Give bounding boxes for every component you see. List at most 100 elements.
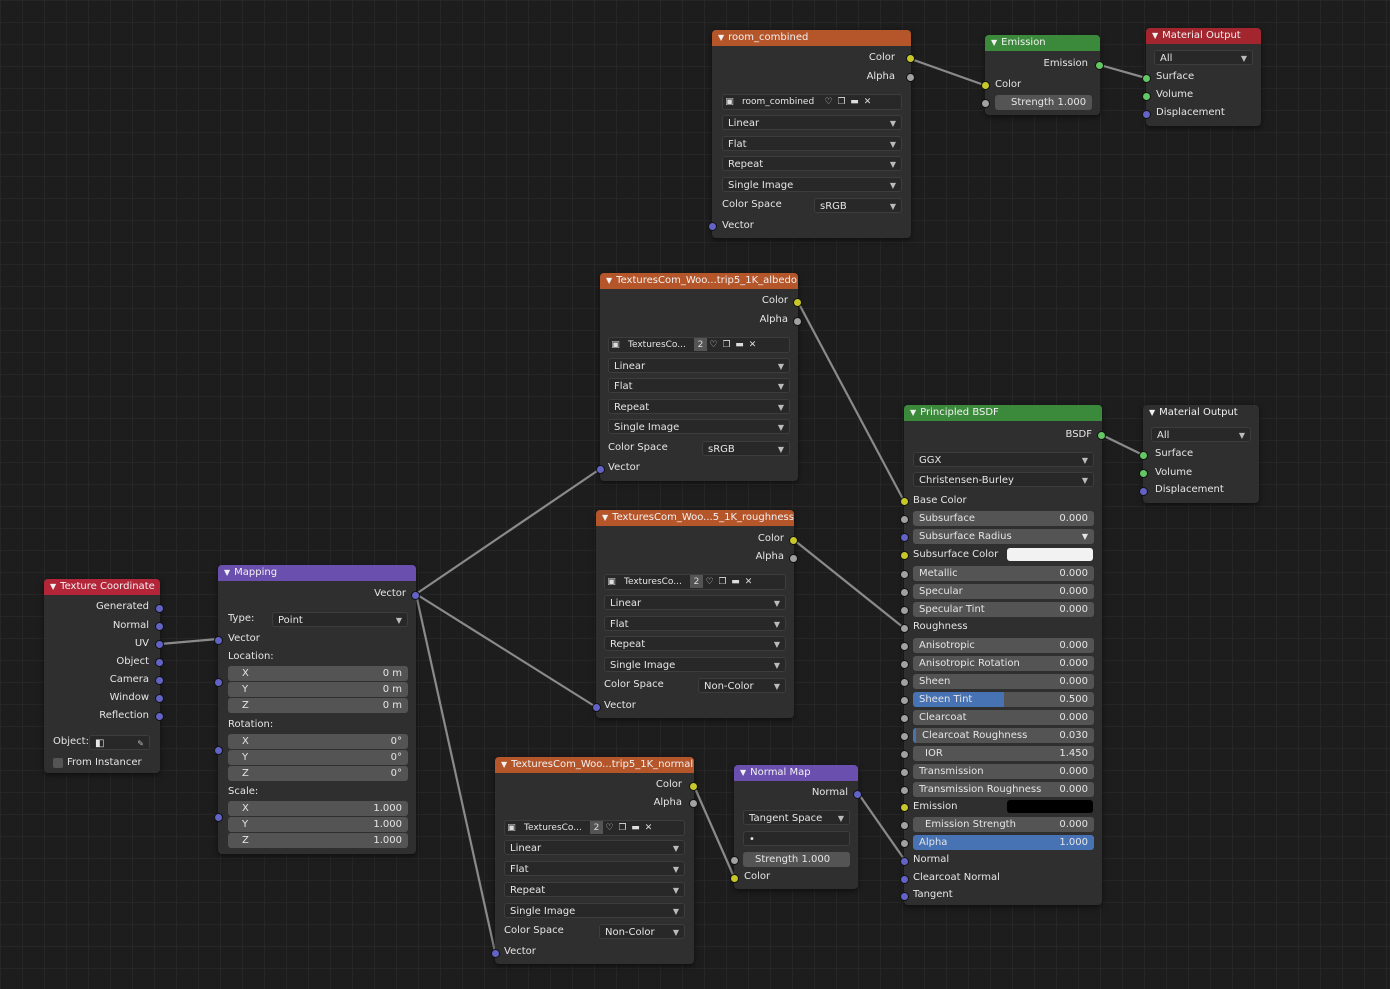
node-header[interactable]: ▼ Principled BSDF — [904, 405, 1102, 421]
collapse-arrow-icon[interactable]: ▼ — [1149, 408, 1155, 417]
extension-dropdown[interactable]: Repeat ▼ — [604, 636, 786, 651]
node-header[interactable]: ▼ Mapping — [218, 565, 416, 581]
input-color-socket[interactable] — [730, 874, 739, 883]
color-space-dropdown[interactable]: Non-Color ▼ — [698, 678, 786, 693]
duplicate-icon[interactable]: ❐ — [616, 821, 629, 834]
collapse-arrow-icon[interactable]: ▼ — [602, 513, 608, 522]
image-selector[interactable]: ▣ TexturesCo... 2 ♡ ❐ ▬ ✕ — [608, 337, 790, 353]
input-alpha-socket[interactable] — [900, 839, 909, 848]
source-dropdown[interactable]: Single Image ▼ — [608, 419, 790, 434]
distribution-dropdown[interactable]: GGX ▼ — [913, 452, 1094, 467]
specular-tint-field[interactable]: Specular Tint 0.000 — [913, 602, 1094, 617]
input-subsurface-socket[interactable] — [900, 515, 909, 524]
subsurface-method-dropdown[interactable]: Christensen-Burley ▼ — [913, 472, 1094, 487]
input-surface-socket[interactable] — [1139, 451, 1148, 460]
scale-z-field[interactable]: Z 1.000 — [228, 833, 408, 848]
image-browse-icon[interactable]: ▣ — [505, 821, 518, 834]
clearcoat-field[interactable]: Clearcoat 0.000 — [913, 710, 1094, 725]
output-normal-socket[interactable] — [155, 622, 164, 631]
open-folder-icon[interactable]: ▬ — [729, 575, 742, 588]
input-color-socket[interactable] — [981, 81, 990, 90]
input-base-color-socket[interactable] — [900, 497, 909, 506]
scale-y-field[interactable]: Y 1.000 — [228, 817, 408, 832]
image-browse-icon[interactable]: ▣ — [609, 338, 622, 351]
interpolation-dropdown[interactable]: Linear ▼ — [604, 595, 786, 610]
input-clearcoat-roughness-socket[interactable] — [900, 732, 909, 741]
image-name[interactable]: TexturesCo... — [622, 338, 694, 352]
collapse-arrow-icon[interactable]: ▼ — [224, 568, 230, 577]
input-transmission-socket[interactable] — [900, 768, 909, 777]
image-selector[interactable]: ▣ TexturesCo... 2 ♡ ❐ ▬ ✕ — [604, 574, 786, 590]
clearcoat-roughness-field[interactable]: Clearcoat Roughness 0.030 — [913, 728, 1094, 743]
node-mapping[interactable]: ▼ Mapping Vector Type: Point ▼ Vector Loca… — [214, 565, 420, 854]
collapse-arrow-icon[interactable]: ▼ — [910, 408, 916, 417]
interpolation-dropdown[interactable]: Linear ▼ — [608, 358, 790, 373]
sheen-field[interactable]: Sheen 0.000 — [913, 674, 1094, 689]
image-name[interactable]: room_combined — [736, 95, 822, 109]
users-count[interactable]: 2 — [690, 575, 703, 588]
input-ior-socket[interactable] — [900, 750, 909, 759]
metallic-field[interactable]: Metallic 0.000 — [913, 566, 1094, 581]
projection-dropdown[interactable]: Flat ▼ — [604, 616, 786, 631]
collapse-arrow-icon[interactable]: ▼ — [991, 38, 997, 47]
collapse-arrow-icon[interactable]: ▼ — [50, 582, 56, 591]
output-color-socket[interactable] — [789, 536, 798, 545]
duplicate-icon[interactable]: ❐ — [720, 338, 733, 351]
open-folder-icon[interactable]: ▬ — [848, 95, 861, 108]
input-roughness-socket[interactable] — [900, 624, 909, 633]
extension-dropdown[interactable]: Repeat ▼ — [504, 882, 685, 897]
node-header[interactable]: ▼ Normal Map — [734, 765, 858, 781]
output-emission-socket[interactable] — [1095, 61, 1104, 70]
node-room-combined[interactable]: ▼ room_combined Color Alpha ▣ room_combine… — [708, 30, 915, 238]
image-browse-icon[interactable]: ▣ — [723, 95, 736, 108]
image-selector[interactable]: ▣ room_combined ♡ ❐ ▬ ✕ — [722, 94, 902, 110]
input-metallic-socket[interactable] — [900, 570, 909, 579]
interpolation-dropdown[interactable]: Linear ▼ — [722, 115, 902, 130]
collapse-arrow-icon[interactable]: ▼ — [740, 768, 746, 777]
output-reflection-socket[interactable] — [155, 712, 164, 721]
output-color-socket[interactable] — [689, 782, 698, 791]
node-normal-texture[interactable]: ▼ TexturesCom_Woo...trip5_1K_normal.tif C… — [491, 757, 698, 964]
input-emission-strength-socket[interactable] — [900, 821, 909, 830]
eyedropper-icon[interactable]: ✎ — [137, 736, 144, 749]
transmission-field[interactable]: Transmission 0.000 — [913, 764, 1094, 779]
input-location-socket[interactable] — [214, 678, 223, 687]
node-header[interactable]: ▼ TexturesCom_Woo...trip5_1K_albedo.tif — [600, 273, 798, 289]
users-count[interactable]: 2 — [590, 821, 603, 834]
rotation-z-field[interactable]: Z 0° — [228, 766, 408, 781]
type-dropdown[interactable]: Point ▼ — [272, 612, 408, 627]
duplicate-icon[interactable]: ❐ — [716, 575, 729, 588]
node-header[interactable]: ▼ room_combined — [712, 30, 911, 46]
interpolation-dropdown[interactable]: Linear ▼ — [504, 840, 685, 855]
input-tangent-socket[interactable] — [900, 892, 909, 901]
uv-map-field[interactable]: • — [743, 831, 850, 846]
subsurface-field[interactable]: Subsurface 0.000 — [913, 511, 1094, 526]
sheen-tint-field[interactable]: Sheen Tint 0.500 — [913, 692, 1094, 707]
scale-x-field[interactable]: X 1.000 — [228, 801, 408, 816]
input-vector-socket[interactable] — [491, 949, 500, 958]
input-anisotropic-rotation-socket[interactable] — [900, 660, 909, 669]
collapse-arrow-icon[interactable]: ▼ — [1152, 31, 1158, 40]
output-normal-socket[interactable] — [853, 790, 862, 799]
node-header[interactable]: ▼ Material Output — [1143, 405, 1259, 421]
fake-user-shield-icon[interactable]: ♡ — [603, 821, 616, 834]
input-clearcoat-socket[interactable] — [900, 714, 909, 723]
projection-dropdown[interactable]: Flat ▼ — [608, 378, 790, 393]
output-alpha-socket[interactable] — [689, 799, 698, 808]
fake-user-shield-icon[interactable]: ♡ — [703, 575, 716, 588]
color-space-dropdown[interactable]: Non-Color ▼ — [599, 924, 685, 939]
output-vector-socket[interactable] — [411, 591, 420, 600]
location-z-field[interactable]: Z 0 m — [228, 698, 408, 713]
duplicate-icon[interactable]: ❐ — [835, 95, 848, 108]
node-principled-bsdf[interactable]: ▼ Principled BSDF BSDF GGX ▼ Christensen-B… — [900, 405, 1106, 905]
input-vector-socket[interactable] — [708, 222, 717, 231]
from-instancer-checkbox[interactable] — [53, 758, 63, 768]
anisotropic-field[interactable]: Anisotropic 0.000 — [913, 638, 1094, 653]
input-strength-socket[interactable] — [981, 99, 990, 108]
subsurface-radius-dropdown[interactable]: Subsurface Radius ▼ — [913, 529, 1094, 544]
image-name[interactable]: TexturesCo... — [518, 821, 590, 835]
node-header[interactable]: ▼ Texture Coordinate — [44, 579, 160, 595]
output-object-socket[interactable] — [155, 658, 164, 667]
output-bsdf-socket[interactable] — [1097, 431, 1106, 440]
source-dropdown[interactable]: Single Image ▼ — [604, 657, 786, 672]
